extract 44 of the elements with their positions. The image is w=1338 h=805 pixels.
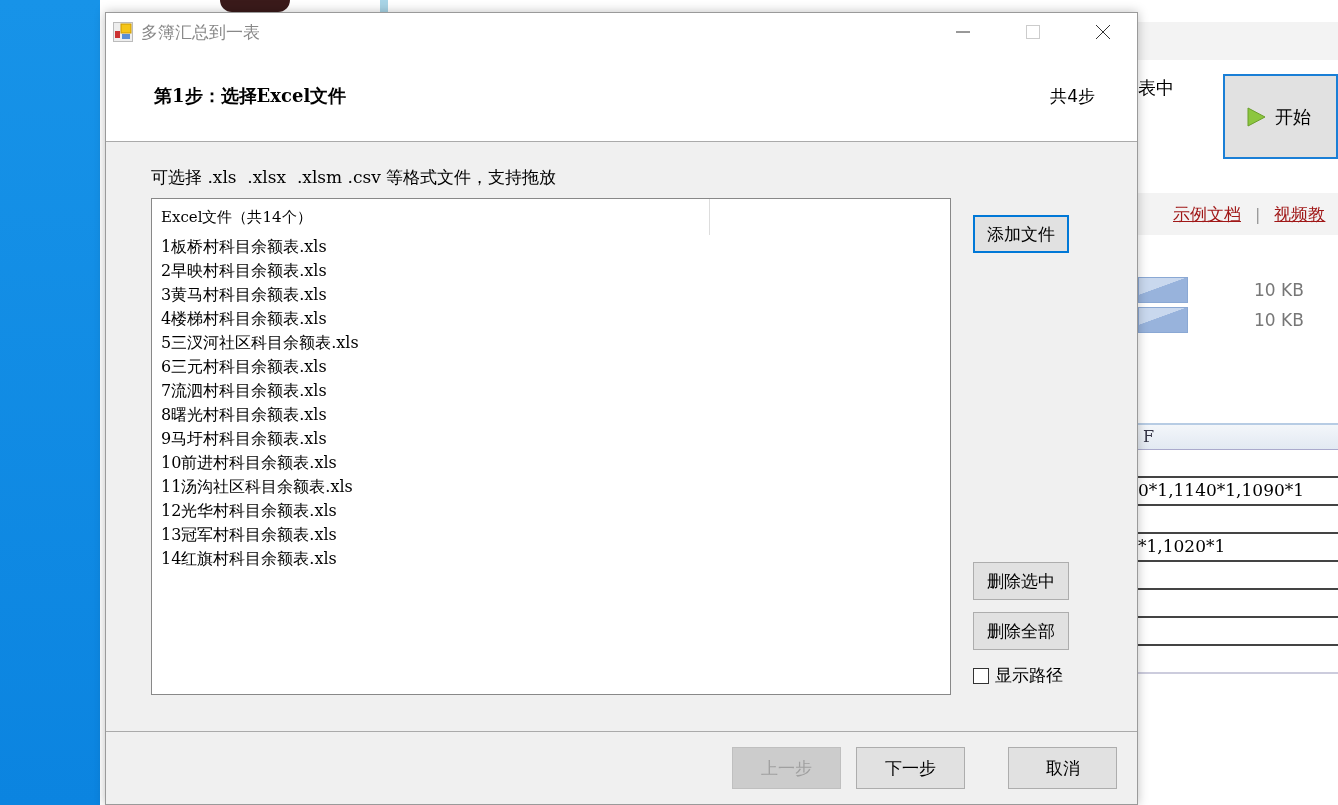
start-button[interactable]: 开始	[1223, 74, 1338, 159]
file-item[interactable]: 9马圩村科目余额表.xls	[161, 427, 327, 451]
bar-graphic	[1138, 277, 1188, 303]
file-item[interactable]: 2早映村科目余额表.xls	[161, 259, 327, 283]
column-header: F	[1138, 425, 1338, 450]
link[interactable]: 视频教	[1274, 202, 1326, 226]
column-header: Excel文件（共14个）	[161, 199, 710, 235]
checkbox-label: 显示路径	[995, 664, 1063, 687]
separator: |	[1255, 204, 1261, 224]
sheet-cell: *1,1020*1	[1138, 536, 1226, 556]
file-item[interactable]: 13冠军村科目余额表.xls	[161, 523, 337, 547]
side-button[interactable]: 删除全部	[973, 612, 1069, 650]
file-size: 10 KB	[1254, 280, 1304, 300]
file-list[interactable]	[151, 198, 951, 695]
window-title: 多簿汇总到一表	[141, 20, 260, 44]
hint-text: 可选择 .xls .xlsx .xlsm .csv 等格式文件，支持拖放	[151, 166, 558, 189]
file-item[interactable]: 12光华村科目余额表.xls	[161, 499, 337, 523]
file-item[interactable]: 8曙光村科目余额表.xls	[161, 403, 327, 427]
play-icon	[1245, 105, 1267, 128]
sheet-cell: 0*1,1140*1,1090*1	[1138, 480, 1305, 500]
checkbox[interactable]	[973, 667, 989, 684]
link[interactable]: 示例文档	[1173, 202, 1241, 226]
footer-button[interactable]: 取消	[1008, 747, 1117, 789]
file-item[interactable]: 11汤沟社区科目余额表.xls	[161, 475, 353, 499]
bar-graphic	[1138, 307, 1188, 333]
side-button[interactable]: 删除选中	[973, 562, 1069, 600]
file-item[interactable]: 4楼梯村科目余额表.xls	[161, 307, 327, 331]
file-item[interactable]: 1板桥村科目余额表.xls	[161, 235, 327, 259]
picture-placeholder	[220, 0, 290, 12]
file-size: 10 KB	[1254, 310, 1304, 330]
close-icon[interactable]	[1095, 24, 1111, 40]
file-item[interactable]: 10前进村科目余额表.xls	[161, 451, 337, 475]
file-item[interactable]: 7流泗村科目余额表.xls	[161, 379, 327, 403]
scroll-bar	[380, 0, 388, 12]
footer-button[interactable]: 下一步	[856, 747, 965, 789]
file-item[interactable]: 5三汊河社区科目余额表.xls	[161, 331, 359, 355]
file-item[interactable]: 14红旗村科目余额表.xls	[161, 547, 337, 571]
step-count: 共4步	[1050, 84, 1095, 108]
status-text: 表中	[1138, 76, 1175, 100]
step-title: 第1步：选择Excel文件	[154, 84, 347, 108]
app-icon	[113, 22, 133, 42]
file-item[interactable]: 6三元村科目余额表.xls	[161, 355, 327, 379]
side-button[interactable]: 添加文件	[973, 215, 1069, 253]
file-item[interactable]: 3黄马村科目余额表.xls	[161, 283, 327, 307]
